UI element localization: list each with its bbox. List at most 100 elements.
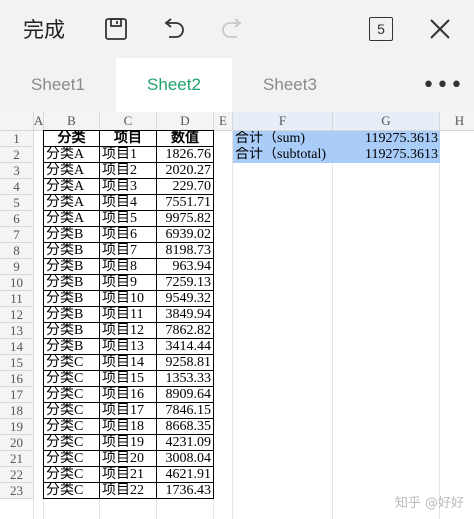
item-cell[interactable]: 项目17 [100, 403, 157, 419]
value-cell[interactable]: 963.94 [157, 259, 214, 275]
undo-icon[interactable] [156, 0, 192, 58]
summary-value-cell[interactable]: 119275.3613 [333, 131, 440, 147]
value-cell[interactable]: 1826.76 [157, 147, 214, 163]
row-header-11[interactable]: 11 [0, 291, 34, 307]
category-cell[interactable]: 分类C [44, 451, 100, 467]
value-cell[interactable]: 6939.02 [157, 227, 214, 243]
category-cell[interactable]: 分类C [44, 419, 100, 435]
tab-sheet1[interactable]: Sheet1 [0, 58, 116, 112]
tab-sheet3[interactable]: Sheet3 [232, 58, 348, 112]
category-cell[interactable]: 分类C [44, 403, 100, 419]
tab-sheet2[interactable]: Sheet2 [116, 58, 232, 112]
item-cell[interactable]: 项目15 [100, 371, 157, 387]
value-cell[interactable]: 8668.35 [157, 419, 214, 435]
item-cell[interactable]: 项目9 [100, 275, 157, 291]
item-cell[interactable]: 项目18 [100, 419, 157, 435]
value-cell[interactable]: 3414.44 [157, 339, 214, 355]
row-header-16[interactable]: 16 [0, 371, 34, 387]
category-cell[interactable]: 分类A [44, 163, 100, 179]
item-cell[interactable]: 项目16 [100, 387, 157, 403]
row-header-23[interactable]: 23 [0, 483, 34, 499]
item-cell[interactable]: 项目12 [100, 323, 157, 339]
category-cell[interactable]: 分类B [44, 259, 100, 275]
table-header-cell[interactable]: 数值 [157, 131, 214, 147]
value-cell[interactable]: 7846.15 [157, 403, 214, 419]
row-header-17[interactable]: 17 [0, 387, 34, 403]
row-header-14[interactable]: 14 [0, 339, 34, 355]
row-header-9[interactable]: 9 [0, 259, 34, 275]
category-cell[interactable]: 分类C [44, 483, 100, 499]
category-cell[interactable]: 分类C [44, 387, 100, 403]
column-header-h[interactable]: H [440, 112, 474, 131]
value-cell[interactable]: 7551.71 [157, 195, 214, 211]
value-cell[interactable]: 7862.82 [157, 323, 214, 339]
item-cell[interactable]: 项目4 [100, 195, 157, 211]
category-cell[interactable]: 分类A [44, 195, 100, 211]
row-header-5[interactable]: 5 [0, 195, 34, 211]
table-header-cell[interactable]: 分类 [44, 131, 100, 147]
value-cell[interactable]: 9549.32 [157, 291, 214, 307]
item-cell[interactable]: 项目13 [100, 339, 157, 355]
item-cell[interactable]: 项目6 [100, 227, 157, 243]
row-header-12[interactable]: 12 [0, 307, 34, 323]
value-cell[interactable]: 3008.04 [157, 451, 214, 467]
category-cell[interactable]: 分类B [44, 243, 100, 259]
column-header-d[interactable]: D [157, 112, 214, 131]
value-cell[interactable]: 1353.33 [157, 371, 214, 387]
row-header-8[interactable]: 8 [0, 243, 34, 259]
sheet-count-button[interactable]: 5 [366, 0, 396, 58]
column-header-a[interactable]: A [34, 112, 44, 131]
column-header-f[interactable]: F [233, 112, 333, 131]
summary-label-cell[interactable]: 合计（subtotal) [233, 147, 333, 163]
row-header-2[interactable]: 2 [0, 147, 34, 163]
spreadsheet-grid[interactable]: A B C D E F G H 1 2 3 4 5 6 7 8 9 10 11 12 13 14 15 16 17 18 19 20 2… [0, 112, 474, 519]
item-cell[interactable]: 项目1 [100, 147, 157, 163]
value-cell[interactable]: 229.70 [157, 179, 214, 195]
column-header-e[interactable]: E [214, 112, 233, 131]
redo-icon[interactable] [214, 0, 250, 58]
summary-value-cell[interactable]: 119275.3613 [333, 147, 440, 163]
category-cell[interactable]: 分类B [44, 323, 100, 339]
category-cell[interactable]: 分类C [44, 435, 100, 451]
value-cell[interactable]: 4231.09 [157, 435, 214, 451]
item-cell[interactable]: 项目8 [100, 259, 157, 275]
value-cell[interactable]: 8198.73 [157, 243, 214, 259]
value-cell[interactable]: 2020.27 [157, 163, 214, 179]
item-cell[interactable]: 项目19 [100, 435, 157, 451]
row-header-6[interactable]: 6 [0, 211, 34, 227]
category-cell[interactable]: 分类B [44, 227, 100, 243]
row-header-22[interactable]: 22 [0, 467, 34, 483]
done-button[interactable]: 完成 [14, 0, 74, 58]
row-header-1[interactable]: 1 [0, 131, 34, 147]
row-header-15[interactable]: 15 [0, 355, 34, 371]
category-cell[interactable]: 分类A [44, 179, 100, 195]
category-cell[interactable]: 分类C [44, 467, 100, 483]
item-cell[interactable]: 项目14 [100, 355, 157, 371]
item-cell[interactable]: 项目7 [100, 243, 157, 259]
row-header-7[interactable]: 7 [0, 227, 34, 243]
row-header-19[interactable]: 19 [0, 419, 34, 435]
category-cell[interactable]: 分类B [44, 291, 100, 307]
category-cell[interactable]: 分类B [44, 275, 100, 291]
value-cell[interactable]: 9258.81 [157, 355, 214, 371]
value-cell[interactable]: 1736.43 [157, 483, 214, 499]
table-header-cell[interactable]: 项目 [100, 131, 157, 147]
row-header-3[interactable]: 3 [0, 163, 34, 179]
row-header-20[interactable]: 20 [0, 435, 34, 451]
category-cell[interactable]: 分类B [44, 307, 100, 323]
corner-cell[interactable] [0, 112, 34, 131]
value-cell[interactable]: 3849.94 [157, 307, 214, 323]
value-cell[interactable]: 8909.64 [157, 387, 214, 403]
summary-label-cell[interactable]: 合计（sum) [233, 131, 333, 147]
item-cell[interactable]: 项目3 [100, 179, 157, 195]
item-cell[interactable]: 项目2 [100, 163, 157, 179]
column-header-b[interactable]: B [44, 112, 100, 131]
column-header-c[interactable]: C [100, 112, 157, 131]
item-cell[interactable]: 项目22 [100, 483, 157, 499]
item-cell[interactable]: 项目21 [100, 467, 157, 483]
more-icon[interactable]: ••• [412, 58, 474, 112]
value-cell[interactable]: 4621.91 [157, 467, 214, 483]
save-icon[interactable] [98, 0, 134, 58]
row-header-10[interactable]: 10 [0, 275, 34, 291]
item-cell[interactable]: 项目10 [100, 291, 157, 307]
